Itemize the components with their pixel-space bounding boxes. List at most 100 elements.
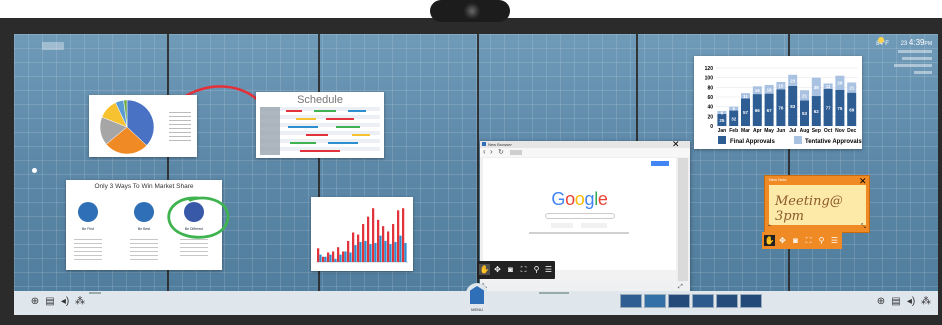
schedule-card[interactable]: Schedule	[256, 92, 384, 158]
data-label: 83	[790, 104, 796, 109]
menu-label[interactable]: MENU	[464, 307, 490, 312]
sign-in-button[interactable]	[651, 161, 669, 166]
bar-blue	[344, 251, 347, 262]
canvas-thumbnail[interactable]	[692, 294, 714, 308]
gantt-bar	[306, 134, 328, 136]
x-tick-label: May	[764, 128, 774, 134]
document-icon[interactable]: ▤	[43, 295, 57, 309]
fullscreen-icon[interactable]: ⛶	[518, 264, 529, 275]
bar-blue	[369, 244, 372, 262]
globe-icon[interactable]: ⊕	[28, 295, 42, 309]
note-body[interactable]: Meeting@ 3pm	[769, 185, 866, 225]
resize-handle-icon[interactable]: ⤢	[678, 284, 683, 291]
bar-label	[89, 292, 101, 294]
bar-red	[402, 208, 405, 262]
resize-handle-icon[interactable]: ⤡	[861, 224, 866, 231]
network-icon[interactable]: ⁂	[919, 295, 933, 309]
canvas-thumbnail[interactable]	[668, 294, 690, 308]
refresh-icon[interactable]: ↻	[498, 148, 504, 156]
data-label: 57	[743, 110, 749, 115]
data-label: 18	[767, 87, 773, 92]
bar-red	[367, 216, 370, 262]
canvas-title-tab[interactable]	[42, 42, 64, 50]
menu-list-icon[interactable]: ☰	[543, 264, 554, 275]
approvals-chart-card[interactable]: 0 20 40 60 80 100 120 25 6 Jan 32 8 Feb 57 11 Mar 66 16 Ap…	[694, 56, 862, 149]
camera-icon[interactable]: ◙	[505, 264, 516, 275]
bar-red	[377, 219, 380, 262]
audio-icon[interactable]: ◂)	[58, 295, 72, 309]
address-bar[interactable]	[510, 150, 522, 155]
canvas-thumbnail[interactable]	[620, 294, 642, 308]
bar-blue	[379, 235, 382, 262]
audio-icon[interactable]: ◂)	[904, 295, 918, 309]
x-tick-label: Dec	[847, 128, 856, 134]
gantt-bar	[352, 134, 370, 136]
x-tick-label: Jul	[789, 128, 797, 134]
canvas-thumbnail[interactable]	[740, 294, 762, 308]
scrollbar[interactable]	[678, 158, 688, 281]
pie-chart-card[interactable]	[89, 95, 197, 157]
data-label: 69	[849, 107, 855, 112]
frame-divider	[167, 34, 169, 315]
bar-chart-card[interactable]	[311, 197, 413, 271]
clock-weather: 84°F 23 4:39PM	[854, 37, 933, 47]
left-edge-handle[interactable]	[32, 168, 37, 173]
canvas-thumbnail[interactable]	[716, 294, 738, 308]
hand-icon[interactable]: ✋	[764, 235, 775, 246]
ampm: PM	[924, 41, 933, 47]
browser-app-icon	[482, 142, 486, 146]
pan-icon[interactable]: ✥	[492, 264, 503, 275]
pan-icon[interactable]: ✥	[777, 235, 788, 246]
globe-icon[interactable]: ⊕	[874, 295, 888, 309]
bar-red	[327, 252, 330, 262]
bar-red	[342, 251, 345, 262]
bar-blue	[384, 240, 387, 262]
search-button[interactable]	[551, 223, 573, 228]
gantt-bar	[326, 118, 354, 120]
document-icon[interactable]: ▤	[889, 295, 903, 309]
data-label: 32	[731, 116, 737, 121]
sticky-note[interactable]: New Note ✕ Meeting@ 3pm ⌃ ⤡	[764, 175, 870, 233]
time-display: 4:39	[908, 38, 925, 47]
search-input[interactable]	[545, 213, 615, 219]
legend-swatch	[718, 136, 726, 144]
pin-icon[interactable]: ⚲	[816, 235, 827, 246]
menu-bar: ⊕ ▤ ◂) ⁂ MENU ⊕ ▤ ◂) ⁂	[14, 283, 938, 315]
y-tick-label: 100	[705, 76, 714, 82]
x-tick-label: Jan	[718, 128, 727, 134]
footer-text	[529, 232, 629, 234]
bar-blue	[364, 240, 367, 262]
pin-icon[interactable]: ⚲	[531, 264, 542, 275]
hand-icon[interactable]: ✋	[479, 264, 490, 275]
fullscreen-icon[interactable]: ⛶	[803, 235, 814, 246]
bar-red	[337, 247, 340, 262]
whiteboard-canvas[interactable]: 84°F 23 4:39PM Schedule Only 3 Ways To W…	[14, 34, 938, 315]
sun-icon	[878, 37, 884, 43]
data-label: 11	[743, 94, 748, 99]
bar-red	[382, 226, 385, 262]
item-label: Be First	[81, 227, 95, 231]
bar-blue	[404, 243, 407, 262]
y-tick-label: 120	[705, 66, 714, 72]
bar-red	[397, 210, 400, 262]
menu-list-icon[interactable]: ☰	[829, 235, 840, 246]
lucky-button[interactable]	[581, 223, 607, 228]
camera-icon[interactable]: ◙	[790, 235, 801, 246]
canvas-thumbnail[interactable]	[644, 294, 666, 308]
search-logo: Google	[551, 189, 608, 209]
data-label: 53	[802, 111, 808, 116]
gantt-bar	[290, 142, 316, 144]
item-label: Be Best	[137, 227, 151, 231]
gantt-label-column	[260, 107, 280, 155]
bar-chart-icon	[78, 202, 98, 222]
x-tick-label: Sep	[812, 128, 821, 134]
note-text: Meeting@ 3pm	[775, 194, 843, 224]
network-icon[interactable]: ⁂	[73, 295, 87, 309]
back-icon[interactable]: ‹	[483, 147, 486, 156]
bar-blue	[399, 235, 402, 262]
browser-title-bar[interactable]: New Browser ✕	[480, 139, 690, 149]
data-label: 29	[837, 81, 843, 86]
forward-icon[interactable]: ›	[490, 147, 493, 156]
note-expand-icon[interactable]: ⌃	[767, 224, 772, 231]
x-tick-label: Oct	[824, 128, 833, 134]
